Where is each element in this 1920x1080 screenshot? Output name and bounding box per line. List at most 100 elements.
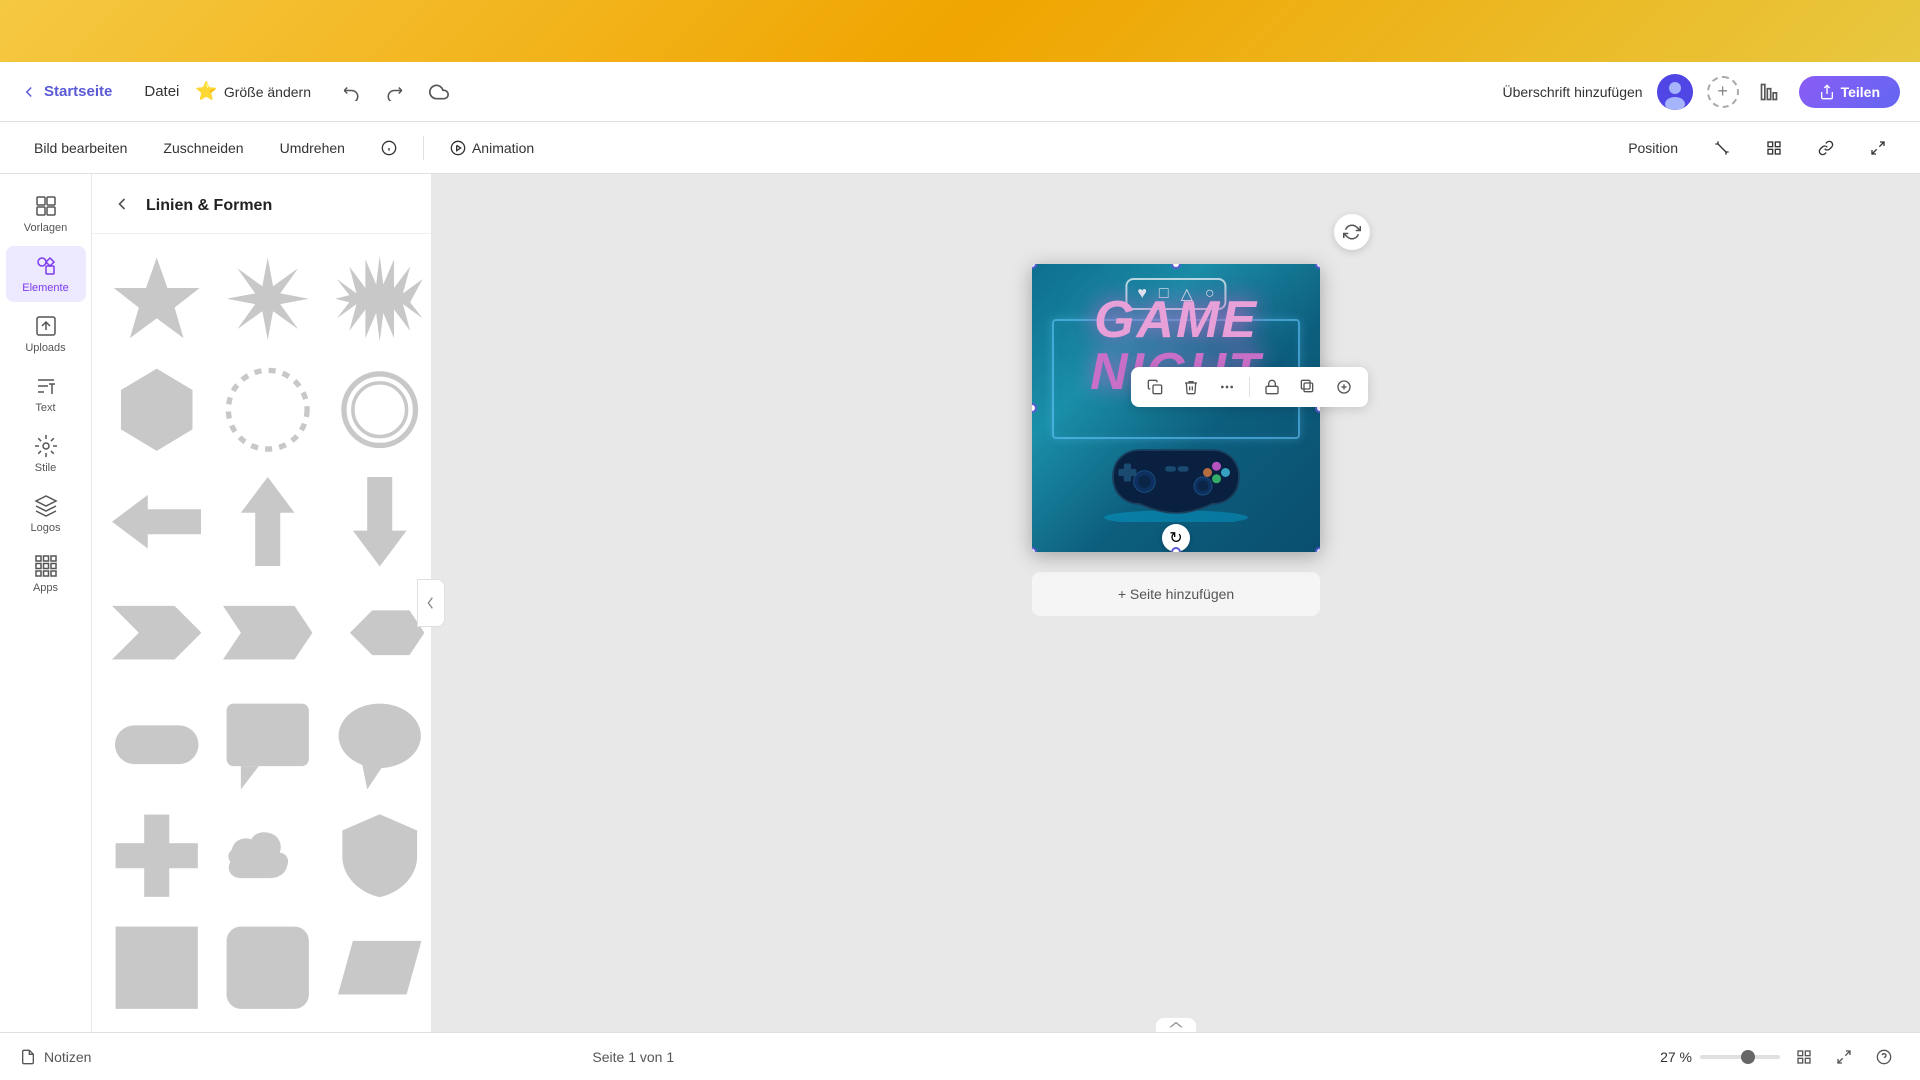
home-button[interactable]: Startseite [20, 83, 112, 101]
share-button[interactable]: Teilen [1799, 76, 1900, 108]
shape-star-8[interactable] [215, 246, 320, 351]
grid-button[interactable] [1752, 134, 1796, 162]
logos-icon [34, 494, 58, 518]
sidebar-item-stile[interactable]: Stile [6, 426, 86, 482]
sidebar-item-text[interactable]: Text [6, 366, 86, 422]
shape-star-4[interactable] [104, 246, 209, 351]
edit-image-label: Bild bearbeiten [34, 140, 127, 156]
home-label: Startseite [44, 83, 112, 100]
styles-icon [34, 434, 58, 458]
handle-bot-right[interactable] [1315, 547, 1320, 552]
handle-top-left[interactable] [1032, 264, 1037, 269]
panel-back-button[interactable] [108, 190, 136, 221]
shape-burst[interactable] [327, 246, 431, 351]
crop-icon [1714, 140, 1730, 156]
shape-badge[interactable] [327, 357, 431, 462]
handle-top-mid[interactable] [1171, 264, 1181, 269]
crop-right-button[interactable] [1700, 134, 1744, 162]
notes-label: Notizen [44, 1049, 91, 1065]
refresh-button[interactable] [1334, 214, 1370, 250]
link-button[interactable] [1804, 134, 1848, 162]
rotate-handle[interactable]: ↻ [1162, 524, 1190, 552]
shape-arrow-up[interactable] [215, 469, 320, 574]
add-icon [1336, 379, 1352, 395]
lock-icon [1264, 379, 1280, 395]
handle-top-right[interactable] [1315, 264, 1320, 269]
handle-bot-left[interactable] [1032, 547, 1037, 552]
main-content: Vorlagen Elemente Uploads Text Stile [0, 174, 1920, 1032]
help-icon [1876, 1049, 1892, 1065]
handle-mid-left[interactable] [1032, 403, 1037, 413]
analytics-button[interactable] [1753, 76, 1785, 108]
position-button[interactable]: Position [1614, 134, 1692, 162]
shape-parallelogram[interactable] [327, 915, 431, 1020]
delete-button[interactable] [1175, 371, 1207, 403]
animation-icon [450, 140, 466, 156]
controller-area: ↻ [1086, 432, 1266, 532]
fullscreen-icon [1836, 1049, 1852, 1065]
hide-panel-button[interactable] [417, 579, 445, 627]
file-menu[interactable]: Datei [144, 83, 179, 100]
edit-image-button[interactable]: Bild bearbeiten [20, 134, 141, 162]
add-collaborator-button[interactable]: + [1707, 76, 1739, 108]
top-banner [0, 0, 1920, 62]
info-button[interactable] [367, 134, 411, 162]
flip-button[interactable]: Umdrehen [266, 134, 359, 162]
shape-diamond-arrow[interactable] [327, 580, 431, 685]
flip-label: Umdrehen [280, 140, 345, 156]
zoom-thumb[interactable] [1741, 1050, 1755, 1064]
secondary-toolbar: Bild bearbeiten Zuschneiden Umdrehen Ani… [0, 122, 1920, 174]
sidebar-item-uploads[interactable]: Uploads [6, 306, 86, 362]
shape-circle-dotted[interactable] [215, 357, 320, 462]
shape-hexagon[interactable] [104, 357, 209, 462]
avatar[interactable] [1657, 74, 1693, 110]
add-page-button[interactable]: + Seite hinzufügen [1032, 572, 1320, 616]
shape-cloud[interactable] [215, 803, 320, 908]
sidebar-item-logos[interactable]: Logos [6, 486, 86, 542]
text-label: Text [35, 402, 55, 414]
page-indicator: Seite 1 von 1 [592, 1049, 674, 1065]
shape-speech-bubble[interactable] [327, 692, 431, 797]
lock-button[interactable] [1256, 371, 1288, 403]
refresh-icon [1343, 223, 1361, 241]
shapes-panel: Linien & Formen [92, 174, 432, 1032]
zoom-slider[interactable] [1700, 1055, 1780, 1059]
sidebar-item-elemente[interactable]: Elemente [6, 246, 86, 302]
redo-button[interactable] [379, 76, 411, 108]
fullscreen-view-button[interactable] [1828, 1041, 1860, 1073]
collapse-button[interactable] [1156, 1018, 1196, 1032]
undo-button[interactable] [335, 76, 367, 108]
shape-shield[interactable] [327, 803, 431, 908]
shapes-grid [92, 234, 431, 1032]
shape-cross[interactable] [104, 803, 209, 908]
fullscreen-button[interactable] [1856, 134, 1900, 162]
copy-icon [1147, 379, 1163, 395]
grid-view-button[interactable] [1788, 1041, 1820, 1073]
shape-arrow-left[interactable] [104, 469, 209, 574]
save-cloud-button[interactable] [423, 76, 455, 108]
help-button[interactable] [1868, 1041, 1900, 1073]
undo-icon [342, 83, 360, 101]
add-title-label[interactable]: Überschrift hinzufügen [1503, 84, 1643, 100]
resize-button[interactable]: ⭐ Größe ändern [195, 81, 311, 102]
copy-button[interactable] [1139, 371, 1171, 403]
notes-button[interactable]: Notizen [20, 1049, 91, 1065]
duplicate-icon [1300, 379, 1316, 395]
main-header: Startseite Datei ⭐ Größe ändern [0, 62, 1920, 122]
shape-rounded-rect[interactable] [104, 692, 209, 797]
shape-square[interactable] [104, 915, 209, 1020]
design-canvas[interactable]: ♥ □ △ ○ GAME NIGHT [1032, 264, 1320, 552]
more-options-button[interactable] [1211, 371, 1243, 403]
sidebar-item-apps[interactable]: Apps [6, 546, 86, 602]
add-to-button[interactable] [1328, 371, 1360, 403]
shape-rounded-square[interactable] [215, 915, 320, 1020]
shape-chevron-right[interactable] [104, 580, 209, 685]
shape-arrow-down[interactable] [327, 469, 431, 574]
crop-button[interactable]: Zuschneiden [149, 134, 257, 162]
duplicate-button[interactable] [1292, 371, 1324, 403]
animation-button[interactable]: Animation [436, 134, 548, 162]
shape-speech-rect[interactable] [215, 692, 320, 797]
shape-arrow-forward[interactable] [215, 580, 320, 685]
context-toolbar [1131, 367, 1368, 407]
sidebar-item-vorlagen[interactable]: Vorlagen [6, 186, 86, 242]
